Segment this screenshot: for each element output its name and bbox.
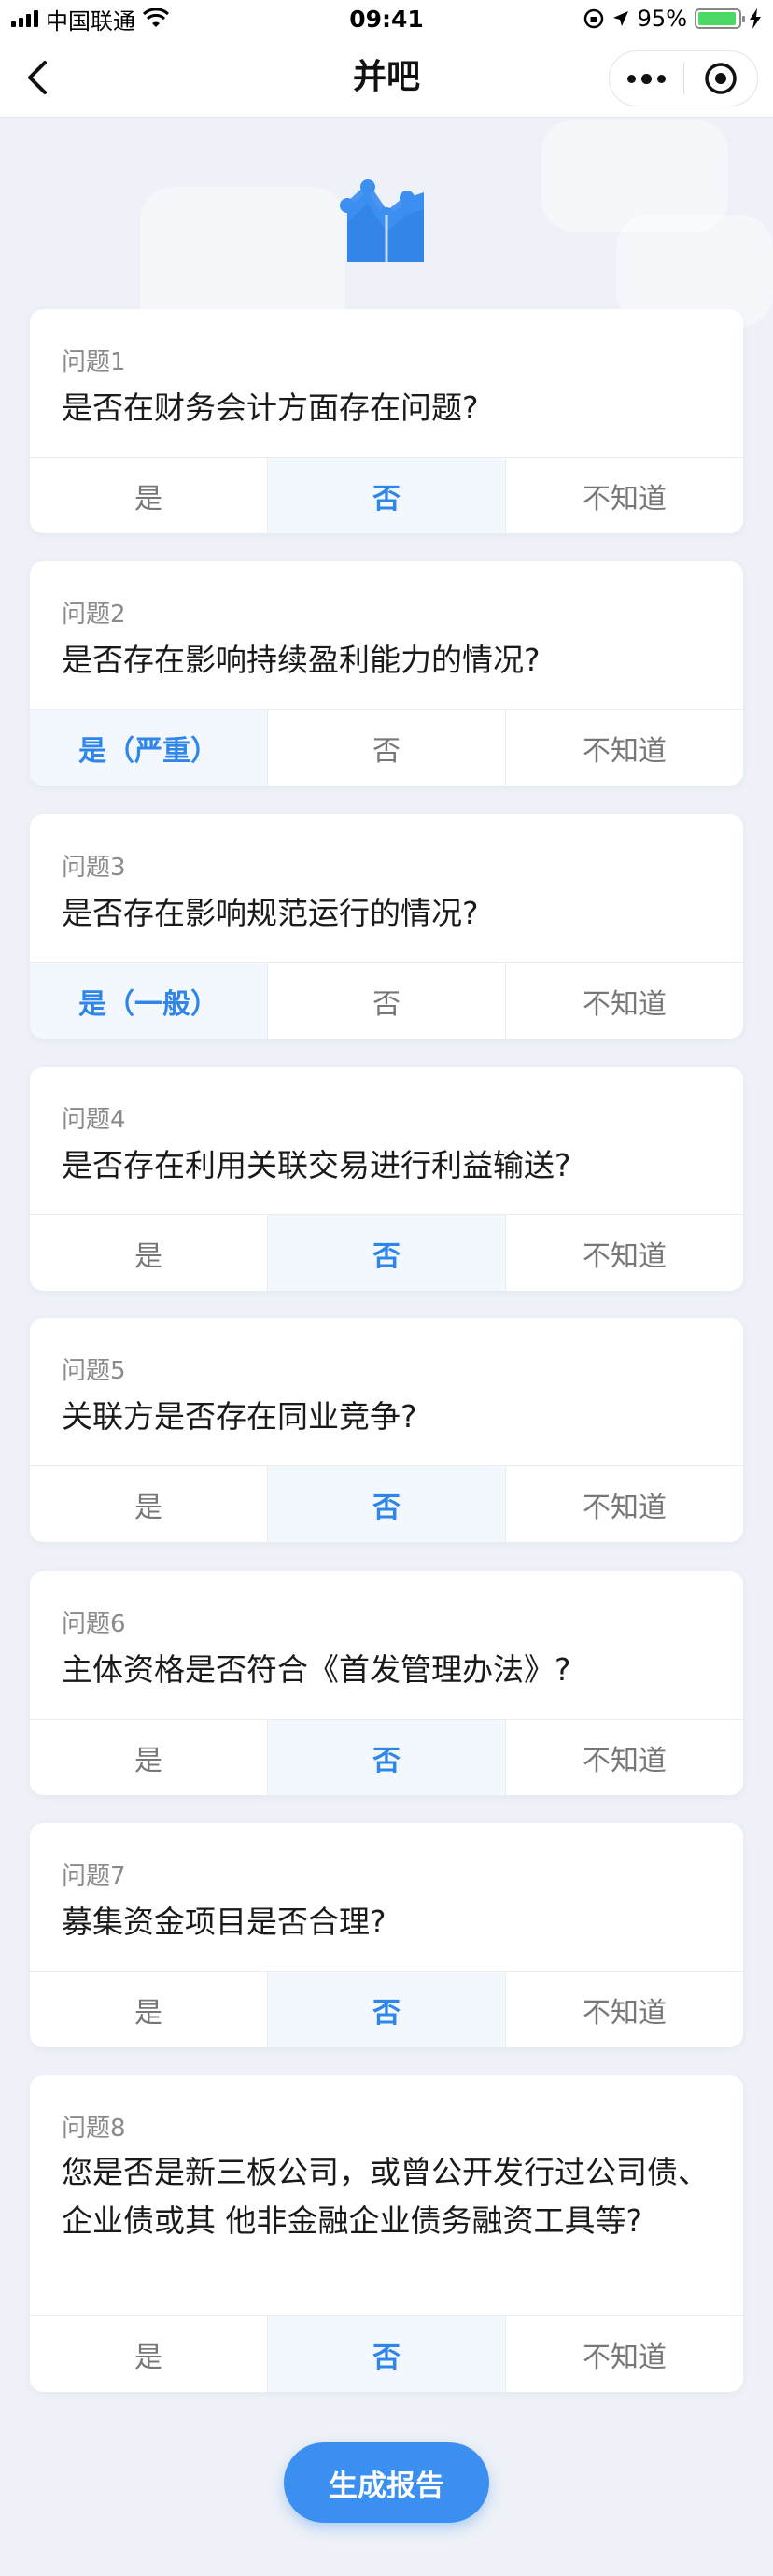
option-no[interactable]: 否 (267, 963, 505, 1039)
header-chart-icon (338, 166, 435, 263)
option-no[interactable]: 否 (267, 1972, 505, 2047)
target-close-icon (705, 63, 737, 94)
answer-options: 是 否 不知道 (30, 1214, 743, 1291)
status-right: 95% (583, 6, 762, 32)
answer-options: 是 否 不知道 (30, 457, 743, 533)
question-number: 问题8 (62, 2115, 126, 2143)
option-no[interactable]: 否 (267, 710, 505, 786)
option-no[interactable]: 否 (267, 1720, 505, 1795)
generate-report-button[interactable]: 生成报告 (284, 2442, 489, 2523)
chart-trend-icon (340, 179, 424, 262)
question-card: 问题3 是否存在影响规范运行的情况? 是（一般） 否 不知道 (30, 814, 743, 1039)
question-card: 问题6 主体资格是否符合《首发管理办法》? 是 否 不知道 (30, 1571, 743, 1795)
option-unknown[interactable]: 不知道 (505, 458, 743, 533)
rotation-lock-icon (583, 8, 603, 29)
option-yes[interactable]: 是 (30, 458, 267, 533)
option-unknown[interactable]: 不知道 (505, 710, 743, 786)
status-left: 中国联通 (11, 3, 169, 35)
question-text: 是否存在利用关联交易进行利益输送? (62, 1147, 571, 1183)
question-number: 问题3 (62, 854, 126, 882)
question-text: 关联方是否存在同业竞争? (62, 1398, 417, 1435)
option-unknown[interactable]: 不知道 (505, 963, 743, 1039)
option-unknown[interactable]: 不知道 (505, 1972, 743, 2047)
option-no[interactable]: 否 (267, 2316, 505, 2392)
location-arrow-icon (612, 11, 628, 26)
option-unknown[interactable]: 不知道 (505, 1466, 743, 1542)
more-button[interactable] (610, 51, 683, 106)
question-number: 问题6 (62, 1610, 126, 1638)
question-number: 问题4 (62, 1106, 126, 1134)
battery-percent: 95% (637, 6, 687, 32)
charging-bolt-icon (750, 8, 761, 29)
battery-icon (695, 8, 745, 29)
question-text: 是否存在影响规范运行的情况? (62, 895, 479, 931)
option-yes[interactable]: 是 (30, 1720, 267, 1795)
question-text: 是否在财务会计方面存在问题? (62, 389, 479, 426)
question-number: 问题7 (62, 1862, 126, 1890)
question-text: 您是否是新三板公司，或曾公开发行过公司债、企业债或其 他非金融企业债务融资工具等… (62, 2154, 709, 2239)
answer-options: 是 否 不知道 (30, 2315, 743, 2392)
option-yes[interactable]: 是 (30, 1466, 267, 1542)
battery-level (698, 12, 736, 25)
question-number: 问题2 (62, 601, 126, 629)
question-card: 问题1 是否在财务会计方面存在问题? 是 否 不知道 (30, 309, 743, 533)
option-unknown[interactable]: 不知道 (505, 1215, 743, 1291)
option-unknown[interactable]: 不知道 (505, 1720, 743, 1795)
question-card: 问题8 您是否是新三板公司，或曾公开发行过公司债、企业债或其 他非金融企业债务融… (30, 2075, 743, 2392)
option-no[interactable]: 否 (267, 458, 505, 533)
option-unknown[interactable]: 不知道 (505, 2316, 743, 2392)
question-card: 问题7 募集资金项目是否合理? 是 否 不知道 (30, 1823, 743, 2047)
question-text: 是否存在影响持续盈利能力的情况? (62, 642, 541, 678)
question-number: 问题1 (62, 348, 126, 376)
option-no[interactable]: 否 (267, 1215, 505, 1291)
mini-program-capsule (609, 50, 758, 106)
answer-options: 是（严重） 否 不知道 (30, 709, 743, 786)
option-no[interactable]: 否 (267, 1466, 505, 1542)
option-yes[interactable]: 是 (30, 2316, 267, 2392)
question-card: 问题5 关联方是否存在同业竞争? 是 否 不知道 (30, 1318, 743, 1542)
status-bar: 中国联通 09:41 95% (0, 0, 773, 37)
nav-bar: 并吧 (0, 37, 773, 118)
question-text: 募集资金项目是否合理? (62, 1904, 386, 1940)
option-yes-general[interactable]: 是（一般） (30, 963, 267, 1039)
answer-options: 是 否 不知道 (30, 1465, 743, 1542)
signal-icon (11, 10, 38, 27)
answer-options: 是（一般） 否 不知道 (30, 962, 743, 1039)
question-card: 问题2 是否存在影响持续盈利能力的情况? 是（严重） 否 不知道 (30, 561, 743, 786)
question-number: 问题5 (62, 1357, 126, 1385)
more-dots-icon (626, 74, 636, 83)
option-yes[interactable]: 是 (30, 1215, 267, 1291)
carrier-name: 中国联通 (46, 7, 135, 35)
wifi-icon (143, 8, 169, 27)
question-text: 主体资格是否符合《首发管理办法》? (62, 1651, 571, 1688)
option-yes[interactable]: 是 (30, 1972, 267, 2047)
question-card: 问题4 是否存在利用关联交易进行利益输送? 是 否 不知道 (30, 1067, 743, 1291)
close-button[interactable] (684, 51, 758, 106)
answer-options: 是 否 不知道 (30, 1719, 743, 1795)
option-yes-severe[interactable]: 是（严重） (30, 710, 267, 786)
answer-options: 是 否 不知道 (30, 1971, 743, 2047)
